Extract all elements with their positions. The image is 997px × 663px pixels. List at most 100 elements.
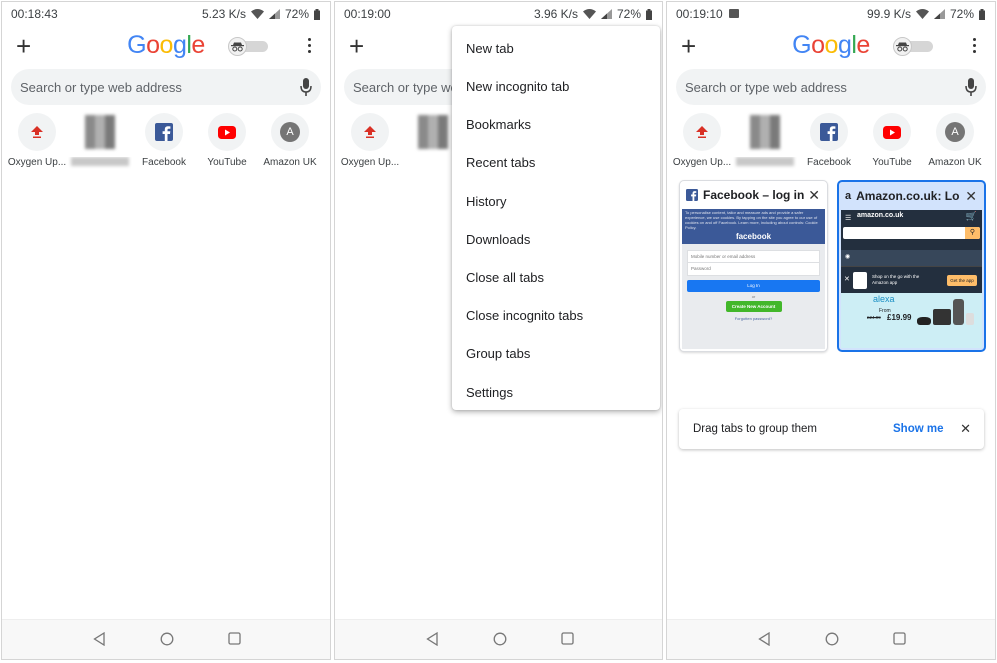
menu-item-group-tabs[interactable]: Group tabs (466, 346, 530, 361)
shortcut-blurred[interactable] (733, 113, 797, 169)
close-tab-icon[interactable]: ✕ (965, 188, 977, 205)
overflow-menu: New tab New incognito tab Bookmarks Rece… (452, 26, 660, 410)
network-speed: 3.96 K/s (533, 7, 578, 21)
shortcut-label-blurred (733, 157, 797, 169)
upload-arrow-icon (31, 126, 43, 138)
close-icon[interactable]: ✕ (844, 275, 850, 283)
shortcut-label: Oxygen Up... (672, 157, 732, 168)
shortcut-facebook[interactable]: Facebook (132, 113, 196, 168)
blurred-favicon (85, 115, 115, 149)
youtube-icon (883, 125, 901, 139)
shortcut-tiles: Oxygen Up... Facebook YouTube A Amazon U… (5, 113, 329, 173)
menu-item-new-incognito-tab[interactable]: New incognito tab (466, 79, 569, 94)
menu-item-close-all-tabs[interactable]: Close all tabs (466, 270, 544, 285)
menu-item-close-incognito-tabs[interactable]: Close incognito tabs (466, 308, 583, 323)
shortcut-amazon-uk[interactable]: A Amazon UK (258, 113, 322, 168)
toolbar: + Google (667, 28, 995, 64)
menu-item-new-tab[interactable]: New tab (466, 41, 514, 56)
cookie-notice: To personalise content, tailor and measu… (682, 209, 825, 230)
tab-title: Amazon.co.uk: Lo (856, 189, 960, 203)
new-price: £19.99 (887, 313, 912, 322)
email-field[interactable]: Mobile number or email address (687, 250, 820, 263)
letter-a-icon: A (945, 122, 965, 142)
menu-item-bookmarks[interactable]: Bookmarks (466, 117, 531, 132)
facebook-icon (155, 123, 173, 141)
new-tab-plus-icon[interactable]: + (681, 33, 696, 59)
amazon-search-box[interactable]: ⚲ (843, 227, 980, 239)
more-options-icon[interactable] (973, 38, 977, 54)
shortcut-oxygen[interactable]: Oxygen Up... (5, 113, 69, 168)
login-button[interactable]: Log In (687, 280, 820, 292)
amazon-logo: amazon.co.uk (857, 212, 904, 219)
back-icon[interactable] (93, 632, 105, 646)
get-app-button[interactable]: Get the app (947, 275, 977, 286)
forgot-password-link[interactable]: Forgotten password? (682, 316, 825, 321)
upload-arrow-icon (364, 126, 376, 138)
menu-item-history[interactable]: History (466, 194, 506, 209)
shortcut-oxygen[interactable]: Oxygen Up... (338, 113, 402, 168)
android-nav-bar (335, 619, 662, 659)
shortcut-facebook[interactable]: Facebook (797, 113, 861, 168)
tab-title: Facebook – log in (703, 188, 805, 202)
shortcut-youtube[interactable]: YouTube (860, 113, 924, 168)
tab-card-facebook[interactable]: Facebook – log in ✕ To personalise conte… (679, 180, 828, 352)
shortcut-label: Oxygen Up... (340, 157, 400, 168)
password-field[interactable]: Password (687, 263, 820, 276)
status-bar: 00:19:00 3.96 K/s 72% (335, 2, 662, 26)
shortcut-oxygen[interactable]: Oxygen Up... (670, 113, 734, 168)
facebook-icon (820, 123, 838, 141)
status-time: 00:19:00 (344, 7, 391, 21)
shortcut-label: Oxygen Up... (7, 157, 67, 168)
shortcut-youtube[interactable]: YouTube (195, 113, 259, 168)
omnibox-search[interactable]: Search or type web address (676, 69, 986, 105)
recents-icon[interactable] (228, 632, 241, 645)
menu-item-recent-tabs[interactable]: Recent tabs (466, 155, 535, 170)
or-divider: or (751, 294, 756, 299)
google-logo: Google (792, 31, 870, 59)
microphone-icon[interactable] (965, 78, 977, 96)
new-tab-plus-icon[interactable]: + (16, 33, 31, 59)
shortcut-amazon-uk[interactable]: A Amazon UK (923, 113, 987, 168)
home-icon[interactable] (160, 632, 174, 646)
network-speed: 99.9 K/s (866, 7, 911, 21)
tab-thumbnail: ☰ amazon.co.uk 🛒 ⚲ ◉ ✕ Shop on the go wi… (841, 210, 982, 348)
microphone-icon[interactable] (300, 78, 312, 96)
shortcut-label-blurred (68, 157, 132, 169)
battery-percent: 72% (949, 7, 974, 21)
search-placeholder: Search or type web address (20, 80, 182, 95)
wifi-icon (915, 9, 929, 19)
location-icon: ◉ (845, 254, 851, 260)
recents-icon[interactable] (893, 632, 906, 645)
shortcut-tiles: Oxygen Up... Facebook YouTube A Amazon U… (670, 113, 994, 173)
create-account-button[interactable]: Create New Account (725, 301, 782, 312)
android-nav-bar (667, 619, 995, 659)
incognito-toggle[interactable] (893, 37, 937, 56)
battery-percent: 72% (616, 7, 641, 21)
battery-icon (979, 8, 985, 20)
incognito-toggle[interactable] (228, 37, 272, 56)
new-tab-plus-icon[interactable]: + (349, 33, 364, 59)
shortcut-blurred[interactable] (68, 113, 132, 169)
letter-a-icon: A (280, 122, 300, 142)
tab-card-amazon[interactable]: a Amazon.co.uk: Lo ✕ ☰ amazon.co.uk 🛒 ⚲ … (837, 180, 986, 352)
blurred-favicon (418, 115, 448, 149)
recents-icon[interactable] (561, 632, 574, 645)
wifi-icon (582, 9, 596, 19)
battery-icon (314, 8, 320, 20)
omnibox-search[interactable]: Search or type web address (11, 69, 321, 105)
menu-item-settings[interactable]: Settings (466, 385, 513, 400)
home-icon[interactable] (825, 632, 839, 646)
close-icon[interactable]: ✕ (960, 421, 971, 437)
incognito-icon (893, 37, 912, 56)
shortcut-label: Facebook (807, 157, 851, 168)
close-tab-icon[interactable]: ✕ (808, 187, 820, 204)
menu-item-downloads[interactable]: Downloads (466, 232, 530, 247)
show-me-button[interactable]: Show me (893, 423, 943, 435)
facebook-brand: facebook (682, 230, 825, 244)
shortcut-label: Amazon UK (928, 157, 982, 168)
back-icon[interactable] (758, 632, 770, 646)
more-options-icon[interactable] (308, 38, 312, 54)
home-icon[interactable] (493, 632, 507, 646)
back-icon[interactable] (426, 632, 438, 646)
location-row: ◉ (841, 250, 982, 266)
